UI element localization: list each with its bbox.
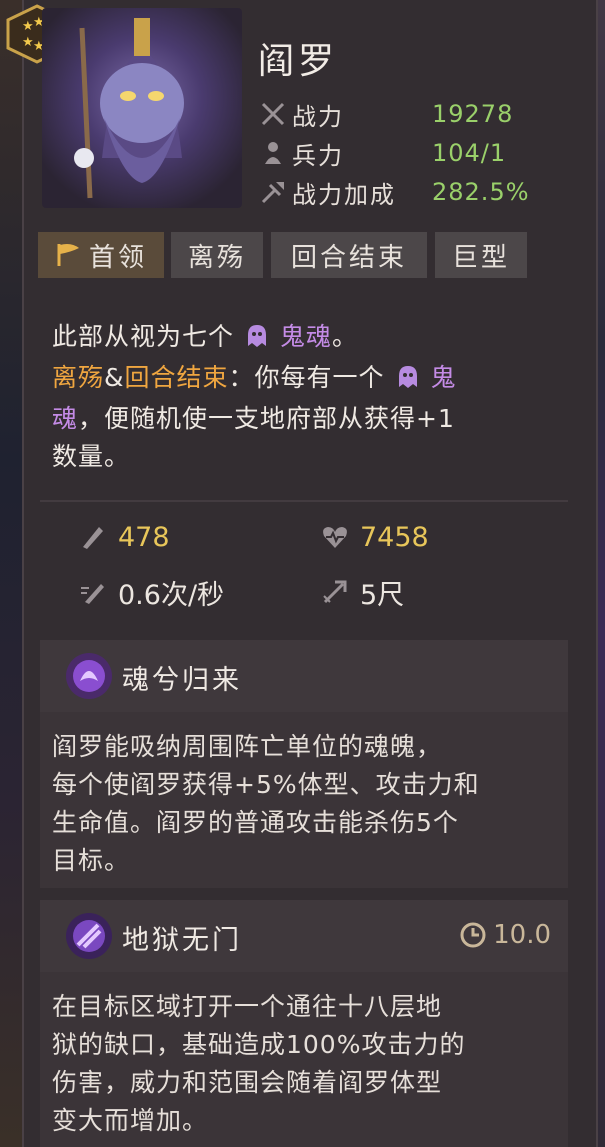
tag-giant[interactable]: 巨型 xyxy=(435,232,527,278)
desc-line-3: 魂，便随机使一支地府部从获得+1 xyxy=(52,400,572,438)
hell-gate-icon[interactable] xyxy=(64,911,114,961)
skill-text-line: 在目标区域打开一个通往十八层地 xyxy=(52,992,443,1021)
desc-line-4: 数量。 xyxy=(52,442,131,471)
svg-text:★: ★ xyxy=(22,19,34,34)
desc-line-1: 此部从视为七个 鬼魂。 xyxy=(52,318,572,359)
skill-text-line: 变大而增加。 xyxy=(52,1106,209,1135)
range-arrow-icon xyxy=(318,578,352,606)
attr-attack-speed: 0.6次/秒 xyxy=(76,572,224,612)
ghost-icon xyxy=(398,362,418,400)
tag-label: 巨型 xyxy=(451,242,510,273)
unit-description: 此部从视为七个 鬼魂。 离殇&回合结束：你每有一个 鬼 魂，便随机使一支地府部从… xyxy=(52,318,572,476)
tag-label: 回合结束 xyxy=(290,242,407,273)
attr-range: 5尺 xyxy=(318,572,404,612)
skill-text-line: 每个使阎罗获得+5%体型、攻击力和 xyxy=(52,770,480,799)
soul-return-icon[interactable] xyxy=(64,651,114,701)
ghost-keyword: 魂 xyxy=(52,404,79,433)
keyword-lishang: 离殇 xyxy=(52,363,105,392)
desc-text: ，便随机使一支地府部从获得+1 xyxy=(78,404,455,433)
keyword-turn-end: 回合结束 xyxy=(124,363,229,392)
desc-text: 此部从视为七个 xyxy=(52,322,235,351)
desc-text: ：你每有一个 xyxy=(228,363,385,392)
clock-icon xyxy=(460,922,486,948)
skill-text-line: 伤害，威力和范围会随着阎罗体型 xyxy=(52,1068,443,1097)
ghost-icon xyxy=(247,321,267,359)
attr-health: 7458 xyxy=(318,517,429,557)
stat-power: 战力 19278 xyxy=(258,97,513,131)
stat-value: 19278 xyxy=(432,100,514,128)
stat-value: 104/1 xyxy=(432,139,507,167)
health-value: 7458 xyxy=(360,521,429,553)
skill-name: 魂兮归来 xyxy=(122,665,242,696)
attack-speed-icon xyxy=(76,578,110,606)
skill-cooldown: 10.0 xyxy=(459,920,551,950)
skill-text-line: 狱的缺口，基础造成100%攻击力的 xyxy=(52,1030,466,1059)
power-bonus-icon xyxy=(258,177,288,207)
skill-text-line: 生命值。阎罗的普通攻击能杀伤5个 xyxy=(52,808,459,837)
attack-icon xyxy=(76,523,110,551)
attr-attack: 478 xyxy=(76,517,170,557)
flag-icon xyxy=(55,242,83,268)
stat-power-bonus: 战力加成 282.5% xyxy=(258,175,530,209)
stat-label: 兵力 xyxy=(292,141,344,170)
stat-value: 282.5% xyxy=(432,178,530,206)
ghost-keyword: 鬼魂 xyxy=(279,322,332,351)
heart-icon xyxy=(318,524,352,550)
tag-leader[interactable]: 首领 xyxy=(38,232,164,278)
svg-text:★: ★ xyxy=(22,35,34,50)
unit-name: 阎罗 xyxy=(258,41,339,82)
tag-lishang[interactable]: 离殇 xyxy=(171,232,263,278)
tag-label: 离殇 xyxy=(187,242,246,273)
attack-speed-value: 0.6次/秒 xyxy=(118,579,225,611)
desc-text: 。 xyxy=(331,322,358,351)
attack-value: 478 xyxy=(118,521,170,553)
desc-text: & xyxy=(104,363,125,392)
cooldown-value: 10.0 xyxy=(493,920,551,950)
stat-troops: 兵力 104/1 xyxy=(258,136,506,170)
skill-header-1 xyxy=(40,640,568,712)
ghost-keyword: 鬼 xyxy=(430,363,457,392)
stat-label: 战力 xyxy=(292,102,344,131)
skill-description-1: 阎罗能吸纳周围阵亡单位的魂魄， 每个使阎罗获得+5%体型、攻击力和 生命值。阎罗… xyxy=(52,728,564,880)
skill-description-2: 在目标区域打开一个通往十八层地 狱的缺口，基础造成100%攻击力的 伤害，威力和… xyxy=(52,988,564,1140)
skill-text-line: 目标。 xyxy=(52,846,131,875)
crossed-swords-icon xyxy=(258,99,288,129)
stat-label: 战力加成 xyxy=(292,180,396,209)
desc-line-2: 离殇&回合结束：你每有一个 鬼 xyxy=(52,359,572,400)
divider xyxy=(40,500,568,502)
tag-turn-end[interactable]: 回合结束 xyxy=(271,232,427,278)
soldier-icon xyxy=(258,138,288,168)
skill-name: 地狱无门 xyxy=(122,925,242,956)
range-value: 5尺 xyxy=(360,579,405,611)
skill-text-line: 阎罗能吸纳周围阵亡单位的魂魄， xyxy=(52,732,443,761)
tag-label: 首领 xyxy=(88,242,147,273)
unit-portrait xyxy=(42,8,242,208)
